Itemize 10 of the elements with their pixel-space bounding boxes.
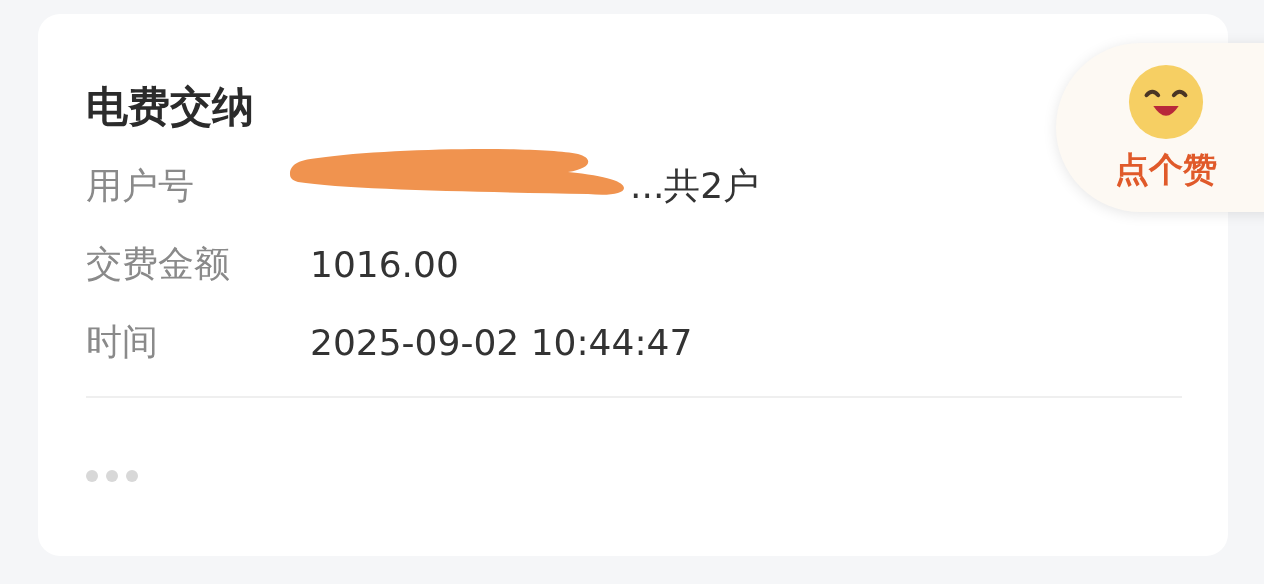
field-label: 用户号 — [86, 163, 195, 208]
field-label: 时间 — [86, 319, 159, 364]
card-title: 电费交纳 — [86, 82, 255, 132]
more-icon — [86, 470, 138, 482]
field-value: 2025-09-02 10:44:47 — [310, 321, 693, 363]
field-label: 交费金额 — [86, 241, 231, 286]
field-value: 1016.00 — [310, 243, 459, 285]
like-button[interactable]: 点个赞 — [1056, 43, 1264, 212]
field-value: ...共2户 — [630, 163, 760, 208]
smiley-icon — [1127, 63, 1205, 141]
